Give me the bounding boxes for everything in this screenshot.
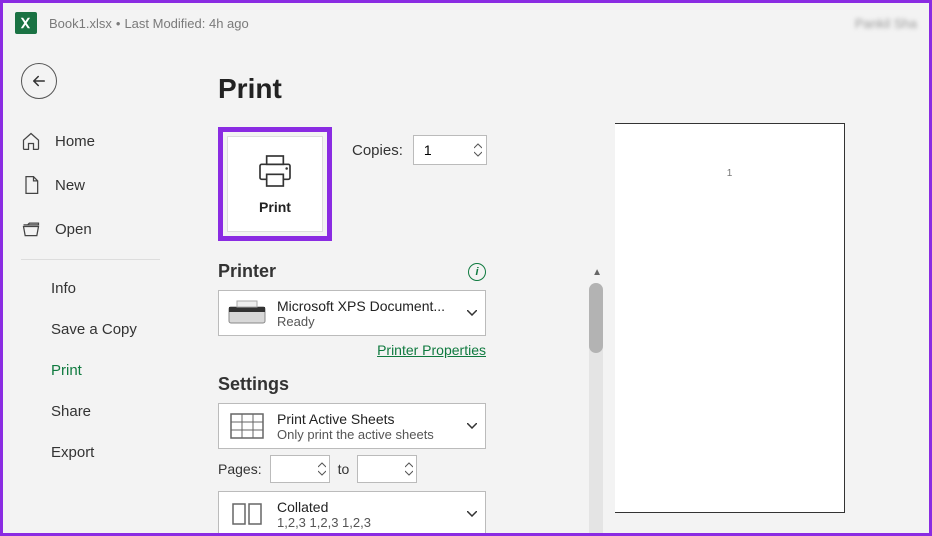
scrollbar-track[interactable] <box>589 283 603 533</box>
copies-input[interactable]: 1 <box>413 135 487 165</box>
sidebar-item-home[interactable]: Home <box>3 119 178 163</box>
sheets-icon <box>227 410 267 442</box>
divider <box>21 259 160 260</box>
collated-icon <box>227 498 267 530</box>
chevron-up-icon <box>318 462 326 468</box>
chevron-up-icon <box>405 462 413 468</box>
back-button[interactable] <box>21 63 57 99</box>
file-icon <box>21 175 41 195</box>
chevron-down-icon <box>474 151 482 157</box>
chevron-down-icon <box>467 310 477 316</box>
folder-open-icon <box>21 219 41 239</box>
printer-device-icon <box>227 297 267 329</box>
to-label: to <box>338 461 350 477</box>
sidebar-item-info[interactable]: Info <box>3 268 178 309</box>
sidebar-label: Home <box>55 133 95 150</box>
copies-value: 1 <box>424 142 432 158</box>
sidebar-item-print[interactable]: Print <box>3 350 178 391</box>
printer-name: Microsoft XPS Document... <box>277 298 457 314</box>
info-icon[interactable]: i <box>468 263 486 281</box>
scroll-up-arrow[interactable]: ▲ <box>592 267 602 278</box>
chevron-down-icon <box>405 470 413 476</box>
pages-from-input[interactable] <box>270 455 330 483</box>
home-icon <box>21 131 41 151</box>
chevron-down-icon <box>467 423 477 429</box>
printer-icon <box>255 153 295 189</box>
sidebar-item-new[interactable]: New <box>3 163 178 207</box>
page-title: Print <box>218 73 589 105</box>
sheets-line1: Print Active Sheets <box>277 411 457 427</box>
scrollbar-thumb[interactable] <box>589 283 603 353</box>
preview-page: 1 <box>615 123 845 513</box>
print-button-label: Print <box>259 199 291 215</box>
collated-line1: Collated <box>277 499 457 515</box>
chevron-up-icon <box>474 143 482 149</box>
arrow-left-icon <box>30 72 48 90</box>
print-button-highlight: Print <box>218 127 332 241</box>
sidebar-label: New <box>55 177 85 194</box>
printer-section-title: Printer <box>218 261 276 282</box>
printer-properties-link[interactable]: Printer Properties <box>377 342 486 358</box>
collated-line2: 1,2,3 1,2,3 1,2,3 <box>277 515 457 530</box>
spinner-arrows[interactable] <box>474 136 482 164</box>
pages-label: Pages: <box>218 461 262 477</box>
chevron-down-icon <box>467 511 477 517</box>
main-panel: Print Print Copies: 1 <box>178 43 609 533</box>
printer-select[interactable]: Microsoft XPS Document... Ready <box>218 290 486 336</box>
pages-to-input[interactable] <box>357 455 417 483</box>
sidebar-label: Open <box>55 221 92 238</box>
collation-select[interactable]: Collated 1,2,3 1,2,3 1,2,3 <box>218 491 486 533</box>
sidebar-item-open[interactable]: Open <box>3 207 178 251</box>
sidebar-item-save-copy[interactable]: Save a Copy <box>3 309 178 350</box>
print-button[interactable]: Print <box>227 136 323 232</box>
copies-label: Copies: <box>352 142 403 159</box>
printer-status: Ready <box>277 314 457 329</box>
sidebar-item-export[interactable]: Export <box>3 432 178 473</box>
user-name: Pankil Sha <box>855 16 917 31</box>
chevron-down-icon <box>318 470 326 476</box>
modified-label: Last Modified: 4h ago <box>124 16 248 31</box>
settings-section-title: Settings <box>218 374 589 395</box>
sheets-line2: Only print the active sheets <box>277 427 457 442</box>
preview-content: 1 <box>727 168 733 179</box>
excel-icon <box>15 12 37 34</box>
titlebar: Book1.xlsx • Last Modified: 4h ago Panki… <box>3 3 929 43</box>
print-preview: 1 <box>609 43 929 533</box>
file-name: Book1.xlsx <box>49 16 112 31</box>
sidebar: Home New Open Info Save a Copy Print Sha… <box>3 43 178 533</box>
sidebar-item-share[interactable]: Share <box>3 391 178 432</box>
print-what-select[interactable]: Print Active Sheets Only print the activ… <box>218 403 486 449</box>
